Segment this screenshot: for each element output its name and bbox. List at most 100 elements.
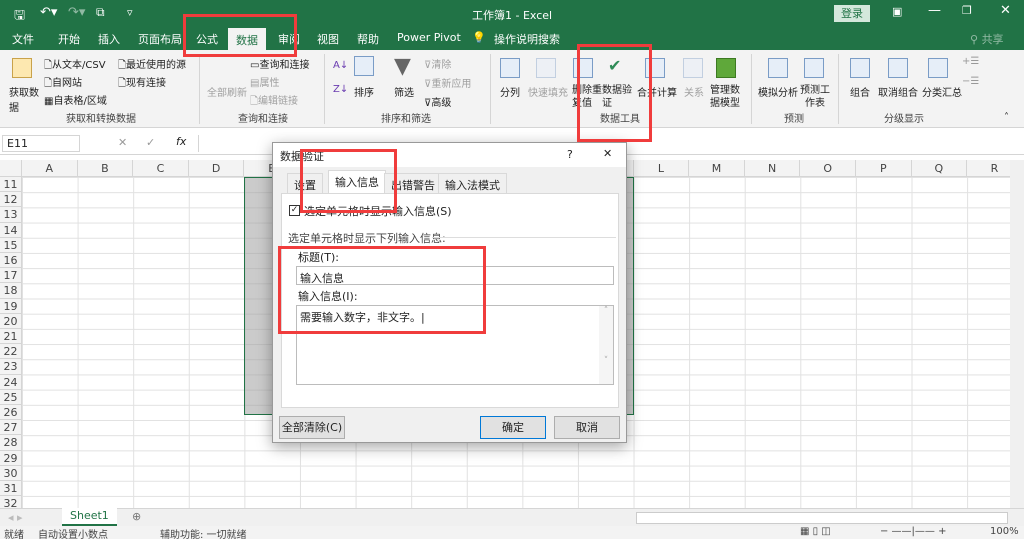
tab-ime-mode[interactable]: 输入法模式 bbox=[438, 173, 507, 193]
row-header-24[interactable]: 24 bbox=[0, 374, 22, 390]
ungroup-button[interactable]: 取消组合 bbox=[878, 84, 918, 99]
login-button[interactable]: 登录 bbox=[834, 5, 870, 22]
tab-power-pivot[interactable]: Power Pivot bbox=[397, 31, 461, 44]
row-header-31[interactable]: 31 bbox=[0, 481, 22, 497]
tab-file[interactable]: 文件 bbox=[12, 31, 34, 47]
row-header-29[interactable]: 29 bbox=[0, 450, 22, 466]
minimize-icon[interactable]: — bbox=[928, 3, 941, 18]
enter-icon[interactable]: ✓ bbox=[146, 136, 155, 149]
zoom-level[interactable]: 100% bbox=[990, 526, 1019, 537]
sort-az-icon[interactable]: A↓ bbox=[333, 60, 348, 71]
collapse-ribbon-icon[interactable]: ˄ bbox=[1004, 112, 1009, 123]
what-if-analysis-button[interactable]: 模拟分析 bbox=[758, 84, 798, 99]
existing-connections-button[interactable]: 🗋现有连接 bbox=[118, 74, 166, 93]
row-header-26[interactable]: 26 bbox=[0, 405, 22, 421]
row-header-22[interactable]: 22 bbox=[0, 344, 22, 360]
row-header-15[interactable]: 15 bbox=[0, 237, 22, 253]
column-header-B[interactable]: B bbox=[77, 160, 134, 177]
column-header-P[interactable]: P bbox=[856, 160, 912, 177]
textarea-scrollbar[interactable]: ˄ ˅ bbox=[599, 306, 613, 384]
clear-button[interactable]: ⊽清除 bbox=[424, 56, 451, 71]
flash-fill-button[interactable]: 快速填充 bbox=[528, 84, 568, 99]
show-message-checkbox[interactable]: ✓ bbox=[289, 205, 300, 216]
recent-sources-button[interactable]: 🗋最近使用的源 bbox=[118, 56, 186, 75]
view-buttons[interactable]: ▦ ▯ ◫ bbox=[800, 526, 831, 537]
cancel-icon[interactable]: ✕ bbox=[118, 136, 127, 149]
tab-input-message[interactable]: 输入信息 bbox=[328, 170, 386, 194]
name-box[interactable]: E11 bbox=[2, 135, 80, 152]
from-web-button[interactable]: 🗋自网站 bbox=[44, 74, 82, 93]
reapply-button[interactable]: ⊽重新应用 bbox=[424, 75, 471, 90]
relationships-button[interactable]: 关系 bbox=[684, 84, 704, 99]
column-header-L[interactable]: L bbox=[633, 160, 690, 177]
column-header-O[interactable]: O bbox=[800, 160, 856, 177]
data-validation-button[interactable]: 数据验证 bbox=[602, 84, 632, 110]
tab-view[interactable]: 视图 bbox=[317, 31, 339, 47]
row-header-16[interactable]: 16 bbox=[0, 253, 22, 269]
row-header-27[interactable]: 27 bbox=[0, 420, 22, 436]
advanced-button[interactable]: ⊽高级 bbox=[424, 94, 451, 109]
consolidate-button[interactable]: 合并计算 bbox=[637, 84, 677, 99]
zoom-slider[interactable]: − ——|—— + bbox=[880, 526, 946, 537]
ribbon-display-icon[interactable]: ▣ bbox=[892, 5, 902, 18]
row-header-17[interactable]: 17 bbox=[0, 268, 22, 284]
row-header-19[interactable]: 19 bbox=[0, 298, 22, 314]
title-input[interactable]: 输入信息 bbox=[296, 266, 614, 285]
queries-connections-button[interactable]: ▭查询和连接 bbox=[250, 56, 309, 71]
tab-page-layout[interactable]: 页面布局 bbox=[138, 31, 182, 47]
tab-settings[interactable]: 设置 bbox=[287, 173, 323, 193]
column-header-D[interactable]: D bbox=[188, 160, 245, 177]
ok-button[interactable]: 确定 bbox=[480, 416, 546, 439]
text-to-columns-button[interactable]: 分列 bbox=[500, 84, 520, 99]
redo-icon[interactable]: ↷▾ bbox=[68, 5, 85, 20]
subtotal-button[interactable]: 分类汇总 bbox=[922, 84, 962, 99]
row-header-12[interactable]: 12 bbox=[0, 192, 22, 208]
tab-error-alert[interactable]: 出错警告 bbox=[384, 173, 442, 193]
vertical-scrollbar[interactable] bbox=[1010, 160, 1024, 508]
row-header-20[interactable]: 20 bbox=[0, 313, 22, 329]
refresh-all-button[interactable]: 全部刷新 bbox=[207, 84, 247, 99]
restore-icon[interactable]: ❐ bbox=[962, 4, 972, 17]
row-header-23[interactable]: 23 bbox=[0, 359, 22, 375]
undo-icon[interactable]: ↶▾ bbox=[40, 5, 57, 20]
touch-mode-icon[interactable]: ⧉ bbox=[96, 5, 105, 20]
tab-home[interactable]: 开始 bbox=[58, 31, 80, 47]
from-csv-button[interactable]: 🗋从文本/CSV bbox=[44, 56, 106, 75]
remove-duplicates-button[interactable]: 删除重复值 bbox=[572, 84, 602, 110]
row-header-14[interactable]: 14 bbox=[0, 222, 22, 238]
column-header-N[interactable]: N bbox=[744, 160, 801, 177]
hide-detail-icon[interactable]: −☰ bbox=[962, 76, 979, 87]
tab-help[interactable]: 帮助 bbox=[357, 31, 379, 47]
group-button[interactable]: 组合 bbox=[850, 84, 870, 99]
tab-data[interactable]: 数据 bbox=[228, 28, 266, 50]
sort-button[interactable]: 排序 bbox=[354, 84, 374, 99]
column-header-C[interactable]: C bbox=[133, 160, 189, 177]
share-button[interactable]: ⚲ 共享 bbox=[970, 31, 1004, 47]
row-header-25[interactable]: 25 bbox=[0, 389, 22, 405]
cancel-button[interactable]: 取消 bbox=[554, 416, 620, 439]
message-textarea[interactable]: 需要输入数字，非文字。| ˄ ˅ bbox=[296, 305, 614, 385]
sheet-tab-sheet1[interactable]: Sheet1 bbox=[62, 508, 117, 526]
filter-button[interactable]: 筛选 bbox=[394, 84, 414, 99]
column-header-M[interactable]: M bbox=[689, 160, 745, 177]
help-button[interactable]: ? bbox=[567, 148, 573, 161]
save-icon[interactable]: 🖫 bbox=[14, 6, 25, 28]
tell-me-search[interactable]: 操作说明搜索 bbox=[494, 31, 560, 47]
clear-all-button[interactable]: 全部清除(C) bbox=[279, 416, 345, 439]
column-header-Q[interactable]: Q bbox=[911, 160, 968, 177]
horizontal-scrollbar[interactable] bbox=[636, 512, 1008, 524]
forecast-sheet-button[interactable]: 预测工作表 bbox=[800, 84, 830, 110]
tab-review[interactable]: 审阅 bbox=[278, 31, 300, 47]
properties-button[interactable]: ▤属性 bbox=[250, 74, 279, 89]
insert-function-icon[interactable]: fx bbox=[176, 135, 186, 148]
sheet-nav-arrows[interactable]: ◂ ▸ bbox=[8, 511, 23, 524]
row-header-30[interactable]: 30 bbox=[0, 465, 22, 481]
add-sheet-icon[interactable]: ⊕ bbox=[132, 510, 141, 523]
dialog-close-button[interactable]: ✕ bbox=[603, 147, 612, 160]
close-icon[interactable]: ✕ bbox=[1000, 3, 1011, 18]
row-header-28[interactable]: 28 bbox=[0, 435, 22, 451]
select-all-corner[interactable] bbox=[0, 160, 22, 177]
show-message-label[interactable]: 选定单元格时显示输入信息(S) bbox=[304, 203, 452, 219]
column-header-A[interactable]: A bbox=[22, 160, 78, 177]
from-table-button[interactable]: ▦自表格/区域 bbox=[44, 92, 107, 107]
